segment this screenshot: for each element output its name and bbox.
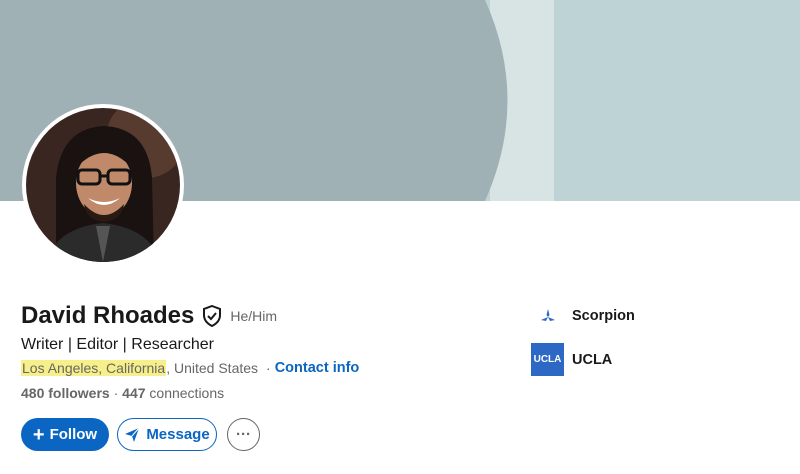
- profile-headline: Writer | Editor | Researcher: [21, 336, 214, 353]
- scorpion-logo-icon: [531, 299, 564, 332]
- follow-button[interactable]: + Follow: [21, 418, 109, 451]
- more-actions-button[interactable]: ···: [227, 418, 260, 451]
- name-row: David Rhoades He/Him: [21, 300, 277, 332]
- counts-separator: ·: [109, 385, 123, 401]
- message-button[interactable]: Message: [117, 418, 217, 451]
- location-country: , United States: [166, 360, 259, 376]
- sidebar-item-label: UCLA: [572, 351, 613, 368]
- connections-count[interactable]: 447: [122, 385, 145, 401]
- separator-dot: ·: [266, 360, 271, 376]
- contact-info-link[interactable]: Contact info: [275, 360, 360, 376]
- profile-avatar[interactable]: [22, 104, 184, 266]
- pronouns: He/Him: [230, 308, 278, 324]
- avatar-photo: [26, 108, 180, 262]
- ucla-logo-icon: UCLA: [531, 343, 564, 376]
- sidebar-item-scorpion[interactable]: Scorpion: [531, 299, 635, 332]
- sidebar-item-ucla[interactable]: UCLA UCLA: [531, 343, 612, 376]
- message-label: Message: [146, 426, 210, 443]
- followers-count[interactable]: 480 followers: [21, 385, 110, 401]
- sidebar-item-label: Scorpion: [572, 307, 635, 324]
- location-row: Los Angeles, California , United States …: [21, 358, 359, 378]
- connections-label: connections: [145, 385, 225, 401]
- follow-label: Follow: [49, 426, 98, 443]
- more-dots-icon: ···: [236, 426, 251, 443]
- profile-name: David Rhoades: [21, 302, 195, 329]
- verified-shield-icon[interactable]: [202, 304, 222, 328]
- send-icon: [125, 427, 140, 442]
- location-city-highlighted: Los Angeles, California: [21, 360, 167, 376]
- plus-icon: +: [32, 423, 45, 446]
- network-counts: 480 followers · 447 connections: [21, 385, 224, 401]
